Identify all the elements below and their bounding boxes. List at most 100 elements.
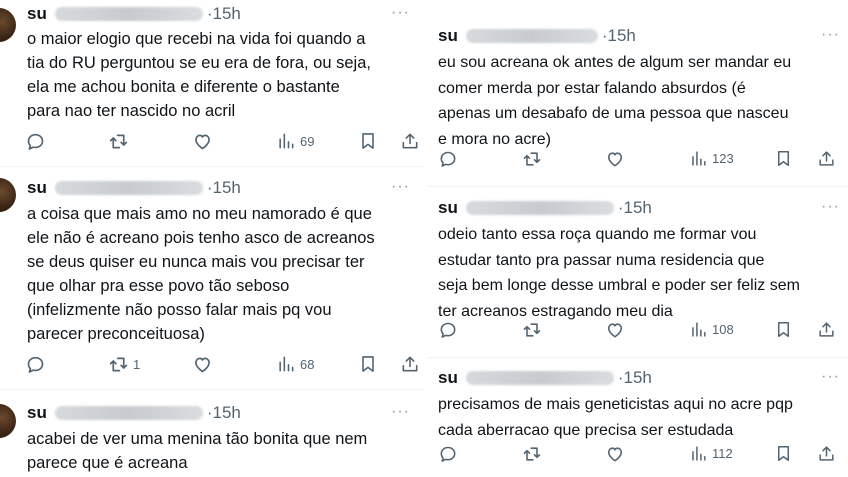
share-button[interactable] <box>400 354 420 374</box>
retweet-icon <box>108 354 129 375</box>
like-button[interactable] <box>605 444 625 464</box>
share-icon <box>400 131 420 151</box>
tweet-time[interactable]: ·15h <box>602 26 636 46</box>
views-count: 69 <box>300 133 315 149</box>
author-handle-redacted <box>465 371 614 385</box>
tweet[interactable]: su ·15h ··· precisamos de mais geneticis… <box>428 359 848 477</box>
like-button[interactable] <box>192 354 213 375</box>
tweet-time[interactable]: ·15h <box>618 368 652 388</box>
retweet-icon <box>522 444 542 464</box>
tweet[interactable]: su ·15h ··· acabei de ver uma menina tão… <box>0 392 424 477</box>
reply-button[interactable] <box>25 354 46 375</box>
retweet-button[interactable] <box>522 444 542 464</box>
tweet-actions: 108 <box>428 320 848 342</box>
author-name[interactable]: su <box>438 368 458 388</box>
views-count: 68 <box>300 356 315 372</box>
bookmark-icon <box>774 444 793 463</box>
tweet[interactable]: su ·15h ··· eu sou acreana ok antes de a… <box>428 14 848 184</box>
more-options-icon[interactable]: ··· <box>821 198 840 216</box>
tweet-text: odeio tanto essa roça quando me formar v… <box>438 226 800 320</box>
bookmark-icon <box>358 354 378 374</box>
views-button[interactable]: 69 <box>276 131 314 151</box>
retweet-button[interactable] <box>522 320 542 340</box>
tweet-header: su ·15h <box>27 403 241 423</box>
more-options-icon[interactable]: ··· <box>391 4 410 22</box>
author-name[interactable]: su <box>438 198 458 218</box>
tweet-header: su ·15h <box>27 4 241 24</box>
bookmark-button[interactable] <box>774 444 793 463</box>
author-name[interactable]: su <box>438 26 458 46</box>
tweet-time[interactable]: ·15h <box>618 198 652 218</box>
author-name[interactable]: su <box>27 178 47 198</box>
tweet-separator <box>0 166 424 167</box>
tweet-actions: 69 <box>0 131 424 153</box>
share-button[interactable] <box>817 320 836 339</box>
retweet-count: 1 <box>133 357 141 372</box>
views-button[interactable]: 123 <box>689 149 734 168</box>
more-options-icon[interactable]: ··· <box>391 403 410 421</box>
like-icon <box>605 444 625 464</box>
share-icon <box>817 320 836 339</box>
share-button[interactable] <box>817 149 836 168</box>
tweet[interactable]: su ·15h ··· o maior elogio que recebi na… <box>0 0 424 165</box>
like-button[interactable] <box>192 131 213 152</box>
more-options-icon[interactable]: ··· <box>391 178 410 196</box>
views-button[interactable]: 108 <box>689 320 734 339</box>
retweet-button[interactable]: 1 <box>108 354 140 375</box>
share-icon <box>400 354 420 374</box>
share-icon <box>817 444 836 463</box>
reply-button[interactable] <box>25 131 46 152</box>
bookmark-button[interactable] <box>358 131 378 151</box>
like-icon <box>605 320 625 340</box>
tweet-text: precisamos de mais geneticistas aqui no … <box>438 396 793 439</box>
author-handle-redacted <box>54 406 203 420</box>
like-button[interactable] <box>605 149 625 169</box>
retweet-icon <box>522 149 542 169</box>
tweet-actions: 1 68 <box>0 354 424 376</box>
bookmark-icon <box>358 131 378 151</box>
tweet-header: su ·15h <box>438 368 652 388</box>
reply-button[interactable] <box>438 320 458 340</box>
views-button[interactable]: 68 <box>276 354 314 374</box>
avatar[interactable] <box>0 404 16 438</box>
author-name[interactable]: su <box>27 403 47 423</box>
retweet-button[interactable] <box>108 131 129 152</box>
author-name[interactable]: su <box>27 4 47 24</box>
tweet[interactable]: su ·15h ··· a coisa que mais amo no meu … <box>0 168 424 388</box>
share-button[interactable] <box>817 444 836 463</box>
bookmark-button[interactable] <box>774 149 793 168</box>
bookmark-button[interactable] <box>358 354 378 374</box>
views-button[interactable]: 112 <box>689 444 733 463</box>
more-options-icon[interactable]: ··· <box>821 26 840 44</box>
like-icon <box>192 354 213 375</box>
tweet-header: su ·15h <box>438 198 652 218</box>
tweet[interactable]: su ·15h ··· odeio tanto essa roça quando… <box>428 187 848 357</box>
bookmark-button[interactable] <box>774 320 793 339</box>
tweet-text: a coisa que mais amo no meu namorado é q… <box>27 205 375 343</box>
more-options-icon[interactable]: ··· <box>821 368 840 386</box>
views-icon <box>276 131 296 151</box>
views-icon <box>689 320 708 339</box>
views-icon <box>276 354 296 374</box>
tweet-time[interactable]: ·15h <box>207 4 241 24</box>
reply-button[interactable] <box>438 149 458 169</box>
avatar[interactable] <box>0 178 16 212</box>
share-button[interactable] <box>400 131 420 151</box>
reply-button[interactable] <box>438 444 458 464</box>
tweet-separator <box>0 389 424 390</box>
tweet-text: o maior elogio que recebi na vida foi qu… <box>27 30 371 120</box>
like-icon <box>605 149 625 169</box>
views-icon <box>689 444 708 463</box>
reply-icon <box>438 444 458 464</box>
tweet-actions: 112 <box>428 444 848 466</box>
bookmark-icon <box>774 320 793 339</box>
reply-icon <box>438 149 458 169</box>
author-handle-redacted <box>54 181 203 195</box>
like-icon <box>192 131 213 152</box>
tweet-time[interactable]: ·15h <box>207 178 241 198</box>
like-button[interactable] <box>605 320 625 340</box>
avatar[interactable] <box>0 8 16 42</box>
tweet-text: eu sou acreana ok antes de algum ser man… <box>438 54 792 148</box>
tweet-time[interactable]: ·15h <box>207 403 241 423</box>
retweet-button[interactable] <box>522 149 542 169</box>
